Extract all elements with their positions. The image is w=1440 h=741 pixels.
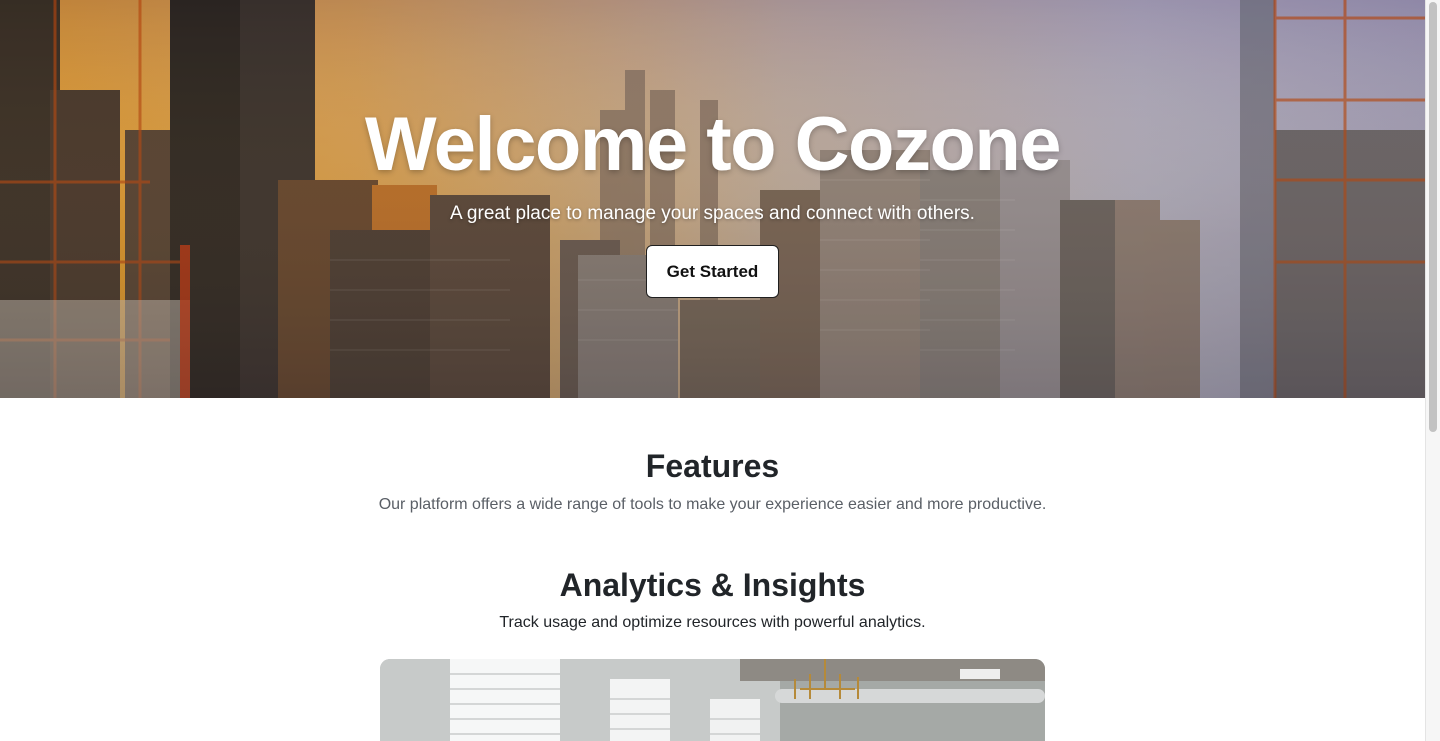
features-description: Our platform offers a wide range of tool…: [378, 496, 1047, 513]
hero-content: Welcome to Cozone A great place to manag…: [0, 0, 1425, 398]
get-started-button[interactable]: Get Started: [646, 245, 779, 298]
features-heading: Features: [645, 448, 780, 484]
analytics-heading: Analytics & Insights: [559, 567, 866, 603]
hero-subtitle: A great place to manage your spaces and …: [450, 203, 975, 224]
analytics-description: Track usage and optimize resources with …: [499, 614, 926, 631]
hero-section: Welcome to Cozone A great place to manag…: [0, 0, 1425, 398]
page: Welcome to Cozone A great place to manag…: [0, 0, 1425, 741]
office-interior-image: [380, 659, 1045, 741]
scrollbar-thumb[interactable]: [1429, 2, 1437, 432]
vertical-scrollbar[interactable]: [1425, 0, 1440, 741]
analytics-image: [380, 659, 1045, 741]
hero-title: Welcome to Cozone: [364, 102, 1062, 187]
